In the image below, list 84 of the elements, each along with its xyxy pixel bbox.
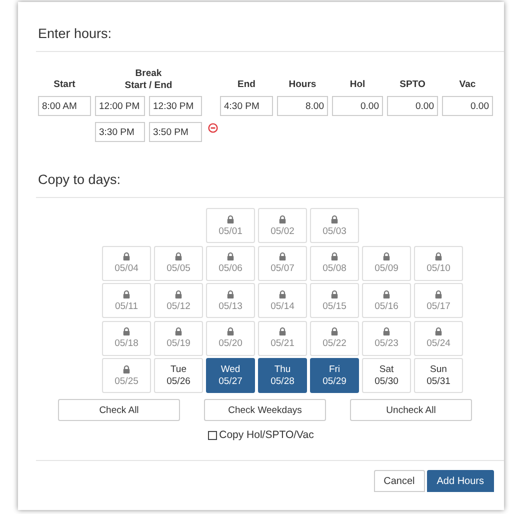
column-header: Hol — [348, 79, 366, 92]
lock-icon — [226, 214, 235, 224]
lock-icon — [278, 214, 287, 224]
day-date: 05/19 — [166, 338, 190, 349]
day-date: 05/23 — [374, 338, 398, 349]
lock-icon — [278, 290, 287, 298]
day-date: 05/11 — [114, 300, 138, 312]
break-end-field[interactable]: 12:30 PM — [149, 96, 202, 116]
lock-icon — [330, 290, 339, 298]
lock-icon — [174, 290, 183, 298]
lock-icon — [330, 327, 339, 336]
column-header: Break — [135, 68, 162, 80]
lock-icon — [434, 252, 443, 261]
break-end-field[interactable]: 3:50 PM — [149, 122, 202, 142]
day-date: 05/08 — [322, 263, 346, 274]
day-date: 05/05 — [166, 263, 190, 274]
lock-icon — [226, 290, 235, 298]
day-date: 05/25 — [114, 376, 138, 386]
lock-icon — [122, 290, 131, 298]
column-header: Start — [52, 79, 76, 92]
lock-icon — [382, 327, 391, 336]
lock-icon — [122, 252, 131, 261]
day-date: 05/13 — [218, 300, 242, 312]
day-toggle[interactable]: Tue 05/26 — [154, 358, 203, 393]
lock-icon — [382, 252, 391, 261]
day-date: 05/02 — [270, 226, 294, 236]
column-header: End — [236, 79, 256, 92]
checkbox-label: Copy Hol/SPTO/Vac — [219, 429, 314, 441]
day-date: 05/17 — [426, 300, 450, 312]
column-header: Hours — [288, 79, 318, 92]
lock-icon — [174, 252, 183, 261]
section-title: Copy to days: — [38, 172, 122, 189]
day-date: 05/16 — [374, 300, 398, 312]
day-date: 05/20 — [218, 338, 242, 349]
vac-field[interactable]: 0.00 — [442, 96, 493, 116]
day-date: 05/03 — [322, 226, 346, 236]
lock-icon — [174, 327, 183, 336]
day-date: 05/04 — [114, 263, 138, 274]
hours-field[interactable]: 8.00 — [277, 96, 328, 116]
day-date: 05/15 — [322, 300, 346, 312]
day-date: 05/18 — [114, 338, 138, 349]
day-date: 05/24 — [426, 338, 450, 349]
spto-field[interactable]: 0.00 — [387, 96, 438, 116]
lock-icon — [122, 364, 131, 374]
end-time-field[interactable]: 4:30 PM — [220, 96, 273, 116]
day-toggle[interactable]: Sun 05/31 — [414, 358, 463, 393]
lock-icon — [330, 214, 339, 224]
section-title: Enter hours: — [38, 26, 113, 43]
lock-icon — [434, 290, 443, 298]
lock-icon — [434, 327, 443, 336]
day-toggle[interactable]: Sat 05/30 — [362, 358, 411, 393]
checkbox[interactable] — [208, 430, 218, 440]
column-header: Vac — [458, 79, 477, 92]
lock-icon — [278, 327, 287, 336]
day-date: 05/21 — [270, 338, 294, 349]
day-date: 05/07 — [270, 263, 294, 274]
lock-icon — [122, 327, 131, 336]
remove-icon[interactable] — [208, 123, 218, 133]
add-hours-button[interactable]: Add Hours — [426, 470, 494, 492]
day-date: 05/10 — [426, 263, 450, 274]
hol-field[interactable]: 0.00 — [332, 96, 383, 116]
day-date: 05/14 — [270, 300, 294, 312]
column-header: SPTO — [398, 79, 426, 92]
day-date: 05/06 — [218, 263, 242, 274]
day-date: 05/09 — [374, 263, 398, 274]
action-button[interactable]: Check Weekdays — [204, 399, 326, 421]
day-toggle[interactable]: Fri 05/29 — [310, 358, 359, 393]
day-toggle[interactable]: Wed 05/27 — [206, 358, 255, 393]
cancel-button[interactable]: Cancel — [374, 470, 425, 492]
day-toggle[interactable]: Thu 05/28 — [258, 358, 307, 393]
action-button[interactable]: Uncheck All — [350, 399, 472, 421]
start-time-field[interactable]: 8:00 AM — [38, 96, 91, 116]
lock-icon — [226, 327, 235, 336]
day-date: 05/12 — [166, 300, 190, 312]
break-start-field[interactable]: 3:30 PM — [95, 122, 145, 142]
lock-icon — [382, 290, 391, 298]
lock-icon — [278, 252, 287, 261]
column-header: Start / End — [124, 80, 172, 92]
lock-icon — [226, 252, 235, 261]
day-date: 05/01 — [218, 226, 242, 236]
break-start-field[interactable]: 12:00 PM — [95, 96, 145, 116]
day-date: 05/22 — [322, 338, 346, 349]
lock-icon — [330, 252, 339, 261]
action-button[interactable]: Check All — [58, 399, 180, 421]
